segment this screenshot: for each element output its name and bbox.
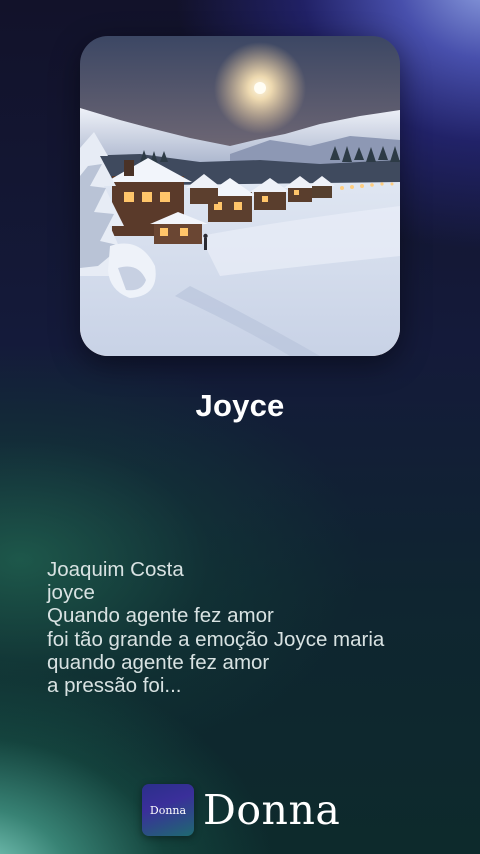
album-cover	[80, 36, 400, 356]
lyrics-line: Quando agente fez amor	[47, 604, 274, 628]
lyrics-preview: Joaquim Costa joyce Quando agente fez am…	[47, 558, 467, 697]
winter-village-artwork-icon	[80, 36, 400, 356]
lyrics-line: Joaquim Costa	[47, 558, 184, 581]
donna-logo-icon: Donna	[142, 784, 194, 836]
brand-name: Donna	[203, 786, 341, 834]
brand-logo: Donna Donna	[142, 784, 340, 836]
lyrics-line: foi tão grande a emoção Joyce maria	[47, 627, 385, 651]
brand-badge-text: Donna	[149, 803, 187, 817]
lyrics-line: a pressão foi...	[47, 674, 182, 698]
song-title: Joyce	[195, 388, 285, 423]
lyrics-line: quando agente fez amor	[47, 650, 270, 674]
lyrics-line: joyce	[47, 581, 95, 605]
